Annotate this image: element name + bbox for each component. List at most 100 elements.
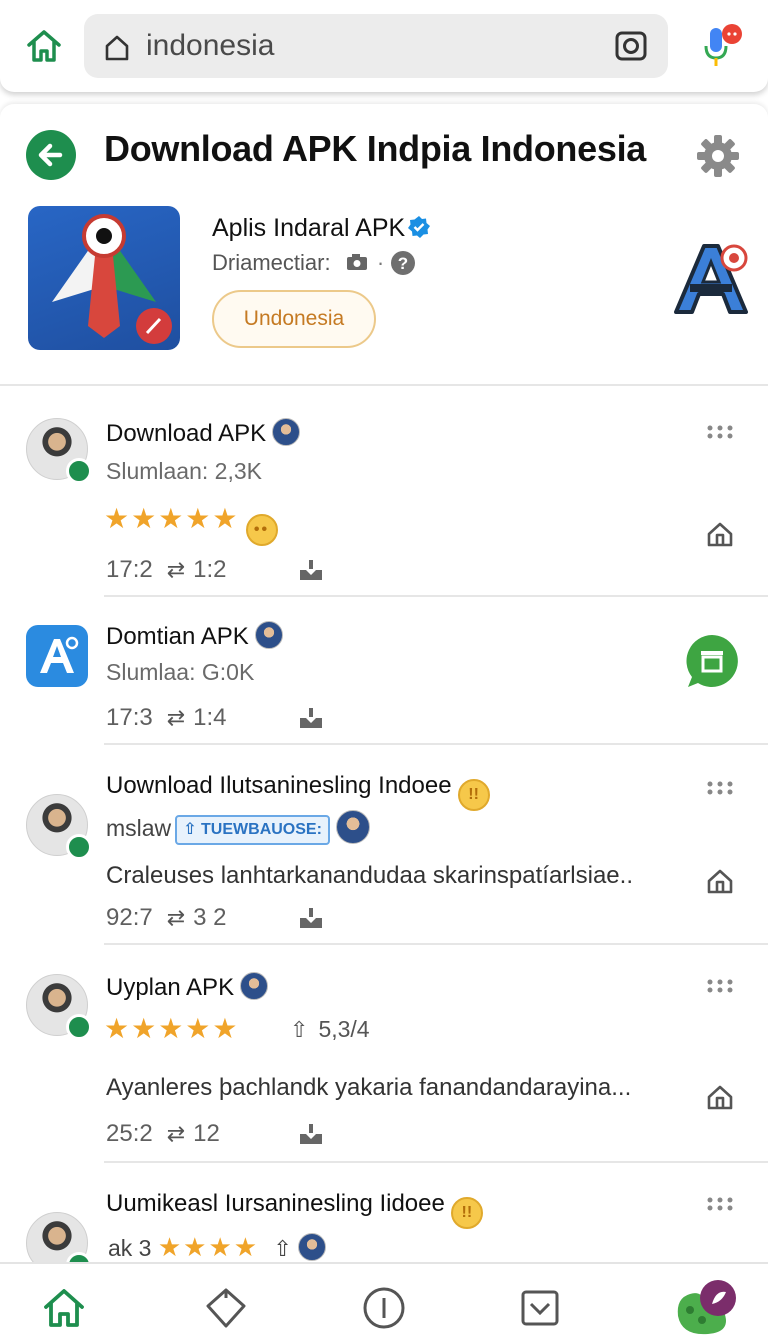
item-title-text: Download APK [106, 420, 267, 447]
avatar[interactable] [26, 418, 92, 484]
meta-time: 25:2 [106, 1120, 153, 1147]
brand-a-icon[interactable] [668, 236, 752, 320]
mini-avatar [272, 418, 301, 446]
home-icon[interactable] [24, 26, 64, 66]
help-icon[interactable]: ? [390, 250, 416, 276]
item-title-text: Uyplan APK [106, 974, 235, 1001]
region-chip[interactable]: Undonesia [212, 290, 376, 348]
app-name-text: Aplis Indaral APK [212, 214, 406, 242]
row-divider [104, 743, 768, 745]
tag-text: TUEWBAUOSE: [201, 821, 322, 838]
svg-text:?: ? [398, 254, 408, 273]
more-options-icon[interactable] [706, 780, 734, 796]
bottom-navigation [0, 1262, 768, 1344]
item-description: Craleuses lanhtarkanandudaa skarinspatía… [106, 862, 633, 889]
share-small-icon[interactable]: ⇧ [274, 1236, 292, 1261]
rating-stars: ★★★★ [157, 1232, 260, 1262]
address-bar[interactable]: indonesia [84, 14, 668, 78]
inbox-icon[interactable] [518, 1286, 562, 1330]
share-icon[interactable] [706, 1083, 734, 1111]
list-item-title[interactable]: Download APK [106, 418, 301, 448]
item-meta: 17:2 ⇄ 1:2 [106, 556, 227, 584]
browser-toolbar: indonesia [0, 0, 768, 92]
app-developer: Driamectiar: · ? [212, 250, 416, 276]
download-icon[interactable] [298, 906, 324, 930]
share-small-icon[interactable]: ⇧ [290, 1017, 308, 1042]
meta-count: 1:4 [193, 704, 227, 731]
meta-count: 1:2 [193, 556, 227, 583]
a-letter-icon [40, 636, 79, 673]
count-text: 5,3/4 [318, 1016, 370, 1042]
item-subtitle: Slumlaa: G:0K [106, 659, 255, 685]
row-divider [104, 595, 768, 597]
row-divider [104, 1161, 768, 1163]
item-subtitle: mslaw ⇧ TUEWBAUOSE: [106, 810, 370, 845]
cookie-emoji-icon: •• [245, 514, 278, 546]
repost-icon[interactable]: ⇄ [167, 1121, 185, 1147]
avatar[interactable] [26, 794, 92, 860]
developer-label: Driamectiar: [212, 250, 331, 275]
gear-icon[interactable] [694, 132, 742, 180]
verified-dot-icon [66, 1014, 92, 1040]
verified-badge-icon [408, 216, 431, 238]
emoji-icon: !! [457, 779, 490, 811]
back-arrow-icon[interactable] [26, 130, 76, 180]
rating-stars: ★★★★★ [104, 1012, 240, 1045]
meta-time: 92:7 [106, 904, 153, 931]
app-logo-icon [52, 214, 172, 344]
more-options-icon[interactable] [706, 978, 734, 994]
stars-text: ★★★★★ [104, 503, 240, 534]
more-options-icon[interactable] [706, 424, 734, 440]
download-icon[interactable] [298, 706, 324, 730]
rating-stars: ★★★★★ •• [104, 502, 278, 546]
address-text: indonesia [146, 29, 275, 62]
download-icon[interactable] [298, 558, 324, 582]
page-title: Download APK Indpia Indonesia [104, 128, 646, 169]
section-divider [0, 384, 768, 386]
dot-separator: · [376, 250, 385, 275]
item-meta: 92:7 ⇄ 3 2 [106, 904, 227, 932]
mic-icon[interactable] [696, 20, 748, 72]
row-divider [104, 943, 768, 945]
list-item-title[interactable]: Uownload Ilutsaninesling Indoee!! [106, 772, 490, 811]
meta-time: 17:2 [106, 556, 153, 583]
info-icon[interactable] [362, 1286, 406, 1330]
chat-icon[interactable] [684, 633, 740, 689]
profile-icon[interactable] [672, 1276, 740, 1340]
repost-icon[interactable]: ⇄ [167, 705, 185, 731]
tag-chip[interactable]: ⇧ TUEWBAUOSE: [175, 815, 330, 845]
share-icon[interactable] [706, 520, 734, 548]
repost-icon[interactable]: ⇄ [167, 557, 185, 583]
list-item-title[interactable]: Uyplan APK [106, 972, 269, 1002]
subtitle-text: mslaw [106, 815, 172, 841]
app-icon-small[interactable] [26, 625, 88, 687]
list-item-title[interactable]: Domtian APK [106, 621, 283, 651]
item-subtitle: Slumlaan: 2,3K [106, 458, 262, 484]
more-options-icon[interactable] [706, 1196, 734, 1212]
repost-icon[interactable]: ⇄ [167, 905, 185, 931]
meta-count: 3 2 [193, 904, 227, 931]
emoji-icon: !! [450, 1197, 483, 1229]
lock-icon [105, 35, 129, 61]
verified-dot-icon [66, 458, 92, 484]
share-icon[interactable] [706, 867, 734, 895]
item-subtitle: ak 3 ★★★★ ⇧ [108, 1232, 326, 1263]
mini-avatar [240, 972, 269, 1000]
home-icon[interactable] [42, 1286, 86, 1330]
meta-count: 12 [193, 1120, 220, 1147]
camera-icon[interactable] [614, 29, 648, 63]
list-item-title[interactable]: Uumikeasl Iursaninesling Iidoee!! [106, 1190, 483, 1229]
stars-text: ★★★★★ [104, 1013, 240, 1044]
item-description: Ayanleres þachlandk yakaria fanandandara… [106, 1074, 632, 1101]
mini-avatar [297, 1233, 326, 1261]
camera-small-icon [346, 254, 367, 270]
item-meta: 25:2 ⇄ 12 [106, 1120, 220, 1148]
avatar[interactable] [26, 974, 92, 1040]
app-icon[interactable] [28, 206, 180, 350]
download-icon[interactable] [298, 1122, 324, 1146]
item-meta: 17:3 ⇄ 1:4 [106, 704, 227, 732]
item-title-text: Uownload Ilutsaninesling Indoee [106, 772, 452, 799]
tag-icon[interactable] [204, 1286, 248, 1330]
mini-avatar [254, 621, 283, 649]
item-title-text: Domtian APK [106, 623, 249, 650]
